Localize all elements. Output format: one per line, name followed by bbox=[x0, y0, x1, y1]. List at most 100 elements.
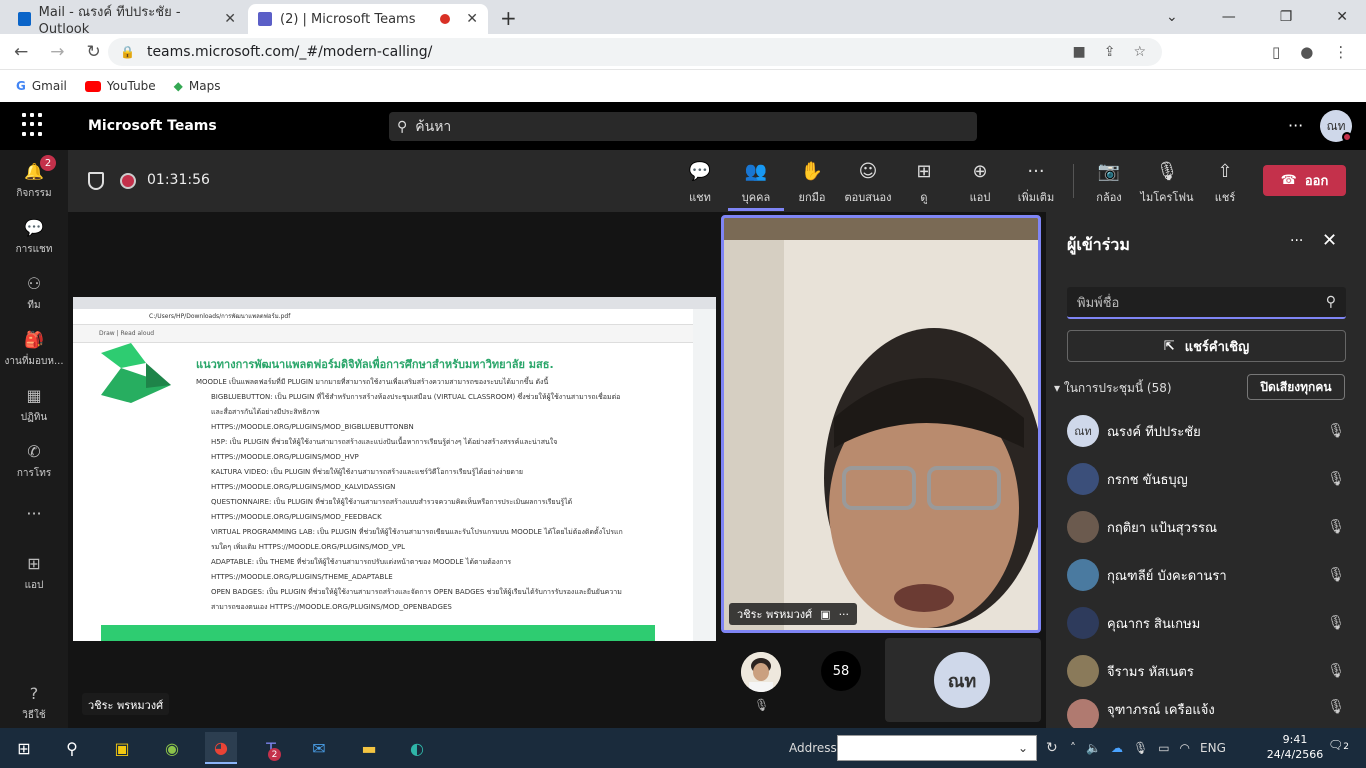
rail-help[interactable]: ? วิธีใช้ bbox=[0, 682, 68, 723]
tab-teams[interactable]: (2) | Microsoft Teams ✕ bbox=[248, 4, 488, 34]
outlook-icon bbox=[18, 12, 31, 26]
share-invite-button[interactable]: ⇱ แชร์คำเชิญ bbox=[1067, 330, 1346, 362]
globe-icon[interactable]: ◉ bbox=[156, 732, 188, 764]
rail-teams[interactable]: ⚇ ทีม bbox=[0, 272, 68, 313]
share-button[interactable]: ⇧ แชร์ bbox=[1197, 160, 1253, 206]
chat-button[interactable]: 💬 แชท bbox=[672, 160, 728, 206]
minimize-button[interactable]: — bbox=[1222, 9, 1236, 25]
profile-icon[interactable]: ● bbox=[1300, 43, 1313, 61]
camera-icon[interactable]: ■ bbox=[1072, 44, 1085, 60]
rail-activity[interactable]: 🔔 กิจกรรม bbox=[0, 160, 68, 201]
store-icon[interactable]: ▣ bbox=[106, 732, 138, 764]
participant-row[interactable]: คุณากร สินเกษม 🎙 bbox=[1067, 603, 1347, 643]
notification-badge: 2 bbox=[40, 155, 56, 171]
mute-all-button[interactable]: ปิดเสียงทุกคน bbox=[1247, 374, 1345, 400]
volume-icon[interactable]: 🔈 bbox=[1086, 741, 1101, 755]
bullet-9: ADAPTABLE: เป็น THEME ที่ช่วยให้ผู้ใช้งา… bbox=[211, 558, 512, 566]
close-window-button[interactable]: ✕ bbox=[1336, 9, 1348, 25]
forward-button[interactable]: → bbox=[50, 42, 64, 62]
close-icon[interactable]: ✕ bbox=[466, 11, 478, 27]
chrome-icon[interactable]: ◕ bbox=[205, 732, 237, 764]
lock-icon: 🔒 bbox=[120, 45, 135, 59]
mail-icon[interactable]: ✉ bbox=[303, 732, 335, 764]
sidepanel-icon[interactable]: ▯ bbox=[1272, 43, 1280, 61]
star-icon[interactable]: ☆ bbox=[1133, 44, 1146, 60]
search-icon[interactable]: ⚲ bbox=[56, 732, 88, 764]
language-indicator[interactable]: ENG bbox=[1200, 741, 1226, 755]
url-field[interactable]: 🔒 teams.microsoft.com/_#/modern-calling/… bbox=[108, 38, 1162, 66]
search-input[interactable]: ⚲ ค้นหา bbox=[389, 112, 977, 141]
participant-row[interactable]: กุณฑลีย์ บังคะดานรา 🎙 bbox=[1067, 555, 1347, 595]
taskbar-clock[interactable]: 9:41 24/4/2566 bbox=[1262, 732, 1328, 762]
mic-off-icon: 🎙 bbox=[1327, 423, 1345, 439]
participant-row[interactable]: จีรามร หัสเนตร 🎙 bbox=[1067, 651, 1347, 691]
people-button[interactable]: 👥 บุคคล bbox=[728, 160, 784, 211]
rail-calls[interactable]: ✆ การโทร bbox=[0, 440, 68, 481]
wifi-icon[interactable]: ◠ bbox=[1180, 741, 1190, 755]
battery-icon[interactable]: ▭ bbox=[1158, 741, 1169, 755]
more-options-button[interactable]: ··· bbox=[1290, 233, 1303, 249]
share-icon: ⇱ bbox=[1163, 338, 1175, 354]
overflow-count[interactable]: 58 bbox=[821, 651, 861, 691]
bookmark-maps[interactable]: ◆ Maps bbox=[174, 79, 221, 93]
app-launcher-icon[interactable] bbox=[22, 113, 46, 137]
people-icon: 👥 bbox=[744, 161, 768, 182]
in-meeting-header[interactable]: ▾ ในการประชุมนี้ (58) bbox=[1054, 379, 1172, 398]
notification-icon[interactable]: 🗨2 bbox=[1328, 738, 1349, 752]
shared-pdf-toolbar: Draw | Read aloud bbox=[73, 325, 716, 343]
rail-more[interactable]: ··· bbox=[0, 504, 68, 523]
mic-button[interactable]: 🎙 ไมโครโฟน bbox=[1139, 160, 1195, 206]
reload-button[interactable]: ↻ bbox=[87, 42, 101, 62]
bookmark-gmail[interactable]: G Gmail bbox=[16, 79, 67, 93]
tab-outlook[interactable]: Mail - ณรงค์ ทีปประชัย - Outlook ✕ bbox=[8, 4, 246, 37]
close-icon[interactable]: ✕ bbox=[224, 11, 236, 27]
camera-off-icon: 📷 bbox=[1097, 161, 1121, 182]
edge-icon[interactable]: ◐ bbox=[401, 732, 433, 764]
more-icon[interactable]: ··· bbox=[839, 608, 850, 621]
rail-apps[interactable]: ⊞ แอป bbox=[0, 552, 68, 593]
mic-off-icon: 🎙 bbox=[1327, 519, 1345, 535]
grid-icon: ⊞ bbox=[916, 161, 932, 182]
raise-hand-button[interactable]: ✋ ยกมือ bbox=[784, 160, 840, 206]
rail-chat[interactable]: 💬 การแชท bbox=[0, 216, 68, 257]
participant-row[interactable]: กรกช ขันธบุญ 🎙 bbox=[1067, 459, 1347, 499]
view-button[interactable]: ⊞ ดู bbox=[896, 160, 952, 206]
menu-icon[interactable]: ⋮ bbox=[1333, 43, 1348, 61]
new-tab-button[interactable]: + bbox=[500, 6, 517, 30]
participant-row[interactable]: จุฑาภรณ์ เครือแจ้ง 🎙 bbox=[1067, 699, 1347, 728]
participant-row[interactable]: ณท ณรงค์ ทีปประชัย 🎙 bbox=[1067, 411, 1347, 451]
bullet-1: BIGBLUEBUTTON: เป็น PLUGIN ที่ใช้สำหรับก… bbox=[211, 393, 621, 416]
rail-assignments[interactable]: 🎒 งานที่มอบห... bbox=[0, 328, 68, 369]
refresh-icon[interactable]: ↻ bbox=[1046, 740, 1058, 756]
react-button[interactable]: ☺ ตอบสนอง bbox=[840, 160, 896, 206]
participant-row[interactable]: กฤติยา แป้นสุวรรณ 🎙 bbox=[1067, 507, 1347, 547]
meeting-timer: 01:31:56 bbox=[147, 172, 210, 188]
leave-button[interactable]: ☎ ออก bbox=[1263, 165, 1346, 196]
camera-button[interactable]: 📷 กล้อง bbox=[1081, 160, 1137, 206]
chevron-down-icon[interactable]: ⌄ bbox=[1018, 741, 1028, 755]
cloud-icon[interactable]: ☁ bbox=[1111, 741, 1123, 755]
taskbar-address-input[interactable]: ⌄ bbox=[837, 735, 1037, 761]
presenter-tag: วชิระ พรหมวงศ์ bbox=[82, 693, 170, 715]
participant-thumbnail[interactable] bbox=[741, 652, 781, 692]
avatar bbox=[1067, 699, 1099, 728]
close-icon[interactable]: ✕ bbox=[1322, 230, 1337, 251]
more-options-button[interactable]: ··· bbox=[1288, 116, 1303, 135]
maximize-button[interactable]: ❐ bbox=[1280, 9, 1293, 25]
speaker-video[interactable] bbox=[721, 215, 1041, 633]
more-button[interactable]: ··· เพิ่มเติม bbox=[1008, 160, 1064, 206]
share-icon[interactable]: ⇪ bbox=[1104, 44, 1116, 60]
youtube-icon bbox=[84, 80, 101, 92]
maps-icon: ◆ bbox=[173, 79, 183, 93]
windows-start-icon[interactable]: ⊞ bbox=[8, 732, 40, 764]
chevron-up-icon[interactable]: ˄ bbox=[1070, 741, 1076, 755]
mic-icon[interactable]: 🎙 bbox=[1133, 741, 1148, 755]
participant-search-input[interactable]: พิมพ์ชื่อ ⚲ bbox=[1067, 287, 1346, 319]
rail-calendar[interactable]: ▦ ปฏิทิน bbox=[0, 384, 68, 425]
apps-button[interactable]: ⊕ แอป bbox=[952, 160, 1008, 206]
chevron-down-icon[interactable]: ⌄ bbox=[1166, 9, 1178, 25]
google-icon: G bbox=[16, 79, 26, 93]
folder-icon[interactable]: ▬ bbox=[353, 732, 385, 764]
bookmark-youtube[interactable]: YouTube bbox=[84, 79, 156, 93]
back-button[interactable]: ← bbox=[14, 42, 28, 62]
